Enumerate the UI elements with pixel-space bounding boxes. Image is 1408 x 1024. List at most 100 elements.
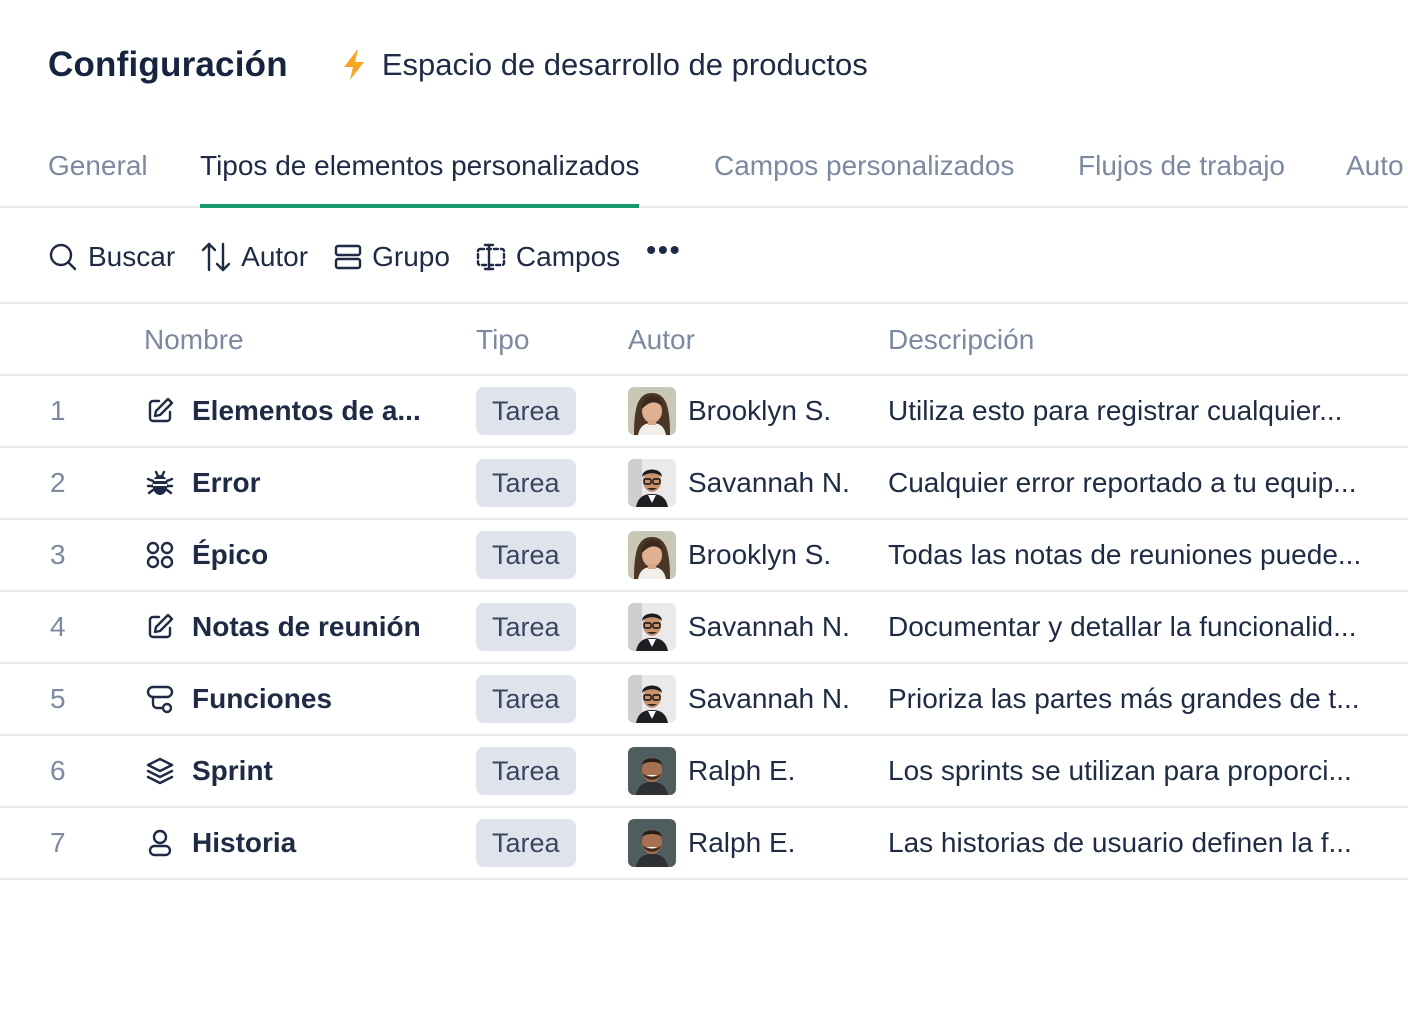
description-cell: Cualquier error reportado a tu equip... (888, 467, 1357, 498)
type-badge: Tarea (476, 747, 576, 795)
description-cell: Documentar y detallar la funcionalid... (888, 611, 1357, 642)
type-cell: Tarea (476, 592, 576, 662)
type-badge: Tarea (476, 531, 576, 579)
author-cell: Brooklyn S. (628, 520, 831, 590)
row-number: 7 (50, 827, 66, 858)
item-type-name: Notas de reunión (144, 592, 421, 662)
tab-general[interactable]: General (48, 150, 148, 208)
item-type-name: Funciones (144, 664, 332, 734)
avatar-brooklyn (628, 531, 676, 579)
author-cell: Savannah N. (628, 664, 850, 734)
workspace-indicator[interactable]: Espacio de desarrollo de productos (340, 47, 868, 83)
table-header: Nombre Tipo Autor Descripción (0, 304, 1408, 376)
item-type-label: Sprint (192, 755, 273, 786)
author-cell: Ralph E. (628, 736, 795, 806)
author-name: Brooklyn S. (688, 395, 832, 426)
more-options-button[interactable]: ••• (646, 234, 681, 266)
table-row-6[interactable]: 6 Sprint Tarea Ralph E. Los sprints se u… (0, 736, 1408, 808)
sort-arrows-icon (201, 242, 231, 272)
avatar-ralph (628, 819, 676, 867)
workspace-name: Espacio de desarrollo de productos (381, 47, 868, 82)
column-fields-icon (476, 243, 506, 271)
tab-automations[interactable]: Auto (1346, 150, 1404, 208)
avatar-brooklyn (628, 387, 676, 435)
page-header: Configuración Espacio de desarrollo de p… (48, 40, 868, 90)
group-rows-icon (334, 244, 362, 270)
column-header-author[interactable]: Autor (628, 324, 695, 356)
fields-button[interactable]: Campos (476, 241, 620, 273)
author-cell: Savannah N. (628, 448, 850, 518)
author-name: Savannah N. (688, 683, 850, 714)
item-type-name: Épico (144, 520, 268, 590)
row-number: 6 (50, 755, 66, 786)
column-header-description[interactable]: Descripción (888, 324, 1034, 356)
type-badge: Tarea (476, 675, 576, 723)
item-type-label: Notas de reunión (192, 611, 421, 642)
avatar-savannah (628, 603, 676, 651)
layers-icon (144, 755, 176, 787)
table-toolbar: Buscar Autor Grupo Campos ••• (48, 232, 708, 282)
description-cell: Prioriza las partes más grandes de t... (888, 683, 1360, 714)
description-cell: Todas las notas de reuniones puede... (888, 539, 1362, 570)
table-row-5[interactable]: 5 Funciones Tarea Savannah N. Prioriza l… (0, 664, 1408, 736)
table-row-4[interactable]: 4 Notas de reunión Tarea Savannah N. Doc… (0, 592, 1408, 664)
author-cell: Savannah N. (628, 592, 850, 662)
author-cell: Ralph E. (628, 808, 795, 878)
type-badge: Tarea (476, 387, 576, 435)
item-type-label: Épico (192, 539, 269, 570)
route-icon (144, 683, 176, 715)
tab-custom-item-types[interactable]: Tipos de elementos personalizados (200, 150, 640, 208)
user-icon (144, 827, 176, 859)
sort-label: Autor (241, 241, 309, 272)
item-type-label: Funciones (192, 683, 333, 714)
item-type-label: Elementos de a... (192, 395, 421, 426)
description-cell: Los sprints se utilizan para proporci... (888, 755, 1352, 786)
item-type-label: Error (192, 467, 261, 498)
grid-circles-icon (144, 539, 176, 571)
group-label: Grupo (372, 241, 450, 272)
page-title: Configuración (48, 45, 288, 84)
type-cell: Tarea (476, 736, 576, 806)
table-row-1[interactable]: 1 Elementos de a... Tarea Brooklyn S. Ut… (0, 376, 1408, 448)
avatar-savannah (628, 459, 676, 507)
type-cell: Tarea (476, 448, 576, 518)
avatar-ralph (628, 747, 676, 795)
item-type-name: Sprint (144, 736, 273, 806)
row-number: 5 (50, 683, 66, 714)
tab-custom-fields[interactable]: Campos personalizados (714, 150, 1014, 208)
sort-button[interactable]: Autor (201, 241, 308, 273)
type-cell: Tarea (476, 664, 576, 734)
column-header-name[interactable]: Nombre (144, 324, 244, 356)
description-cell: Las historias de usuario definen la f... (888, 827, 1352, 858)
type-badge: Tarea (476, 819, 576, 867)
avatar-savannah (628, 675, 676, 723)
search-label: Buscar (88, 241, 176, 272)
author-name: Savannah N. (688, 611, 850, 642)
author-name: Ralph E. (688, 827, 796, 858)
lightning-bolt-icon (343, 50, 364, 80)
row-number: 2 (50, 467, 66, 498)
column-header-type[interactable]: Tipo (476, 324, 529, 356)
table-row-2[interactable]: 2 Error Tarea Savannah N. Cualquier erro… (0, 448, 1408, 520)
item-type-name: Error (144, 448, 260, 518)
table-row-7[interactable]: 7 Historia Tarea Ralph E. Las historias … (0, 808, 1408, 880)
author-name: Ralph E. (688, 755, 796, 786)
search-icon (49, 243, 77, 271)
author-name: Savannah N. (688, 467, 850, 498)
type-cell: Tarea (476, 376, 576, 446)
tab-workflows[interactable]: Flujos de trabajo (1078, 150, 1285, 208)
type-cell: Tarea (476, 808, 576, 878)
item-type-label: Historia (192, 827, 297, 858)
edit-square-icon (144, 395, 176, 427)
group-button[interactable]: Grupo (334, 241, 450, 273)
bug-icon (144, 467, 176, 499)
search-button[interactable]: Buscar (48, 241, 175, 273)
fields-label: Campos (515, 241, 621, 272)
edit-square-icon (144, 611, 176, 643)
item-type-name: Elementos de a... (144, 376, 421, 446)
table-row-3[interactable]: 3 Épico Tarea Brooklyn S. Todas las nota… (0, 520, 1408, 592)
author-name: Brooklyn S. (688, 539, 832, 570)
description-cell: Utiliza esto para registrar cualquier... (888, 395, 1343, 426)
settings-tabs: General Tipos de elementos personalizado… (0, 140, 1408, 208)
type-badge: Tarea (476, 459, 576, 507)
